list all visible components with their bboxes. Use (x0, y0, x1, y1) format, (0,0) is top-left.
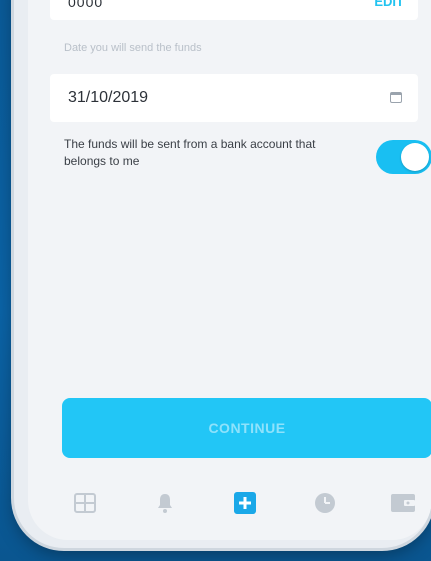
stage: 0000 EDIT Date you will send the funds 3… (0, 0, 431, 561)
ownership-text: The funds will be sent from a bank accou… (64, 137, 316, 168)
dashboard-icon (74, 493, 96, 513)
clock-icon (315, 493, 335, 513)
tab-new[interactable] (232, 490, 258, 516)
tab-notifications[interactable] (152, 490, 178, 516)
continue-button[interactable]: CONTINUE (62, 398, 431, 458)
tab-history[interactable] (312, 490, 338, 516)
top-field-value: 0000 (68, 0, 104, 10)
tab-bar (28, 480, 431, 530)
edit-link[interactable]: EDIT (374, 0, 404, 9)
date-field[interactable]: 31/10/2019 (50, 74, 418, 122)
toggle-knob (401, 143, 429, 171)
wallet-icon (391, 494, 415, 512)
ownership-toggle[interactable] (376, 140, 431, 174)
phone-frame: 0000 EDIT Date you will send the funds 3… (14, 0, 431, 548)
tab-wallet[interactable] (390, 490, 416, 516)
plus-icon (234, 492, 256, 514)
tab-dashboard[interactable] (72, 490, 98, 516)
top-field[interactable]: 0000 EDIT (50, 0, 418, 20)
date-label: Date you will send the funds (64, 42, 202, 54)
app-screen: 0000 EDIT Date you will send the funds 3… (28, 0, 431, 540)
calendar-icon[interactable] (390, 92, 402, 103)
bell-icon (158, 494, 172, 513)
date-value: 31/10/2019 (68, 89, 149, 106)
